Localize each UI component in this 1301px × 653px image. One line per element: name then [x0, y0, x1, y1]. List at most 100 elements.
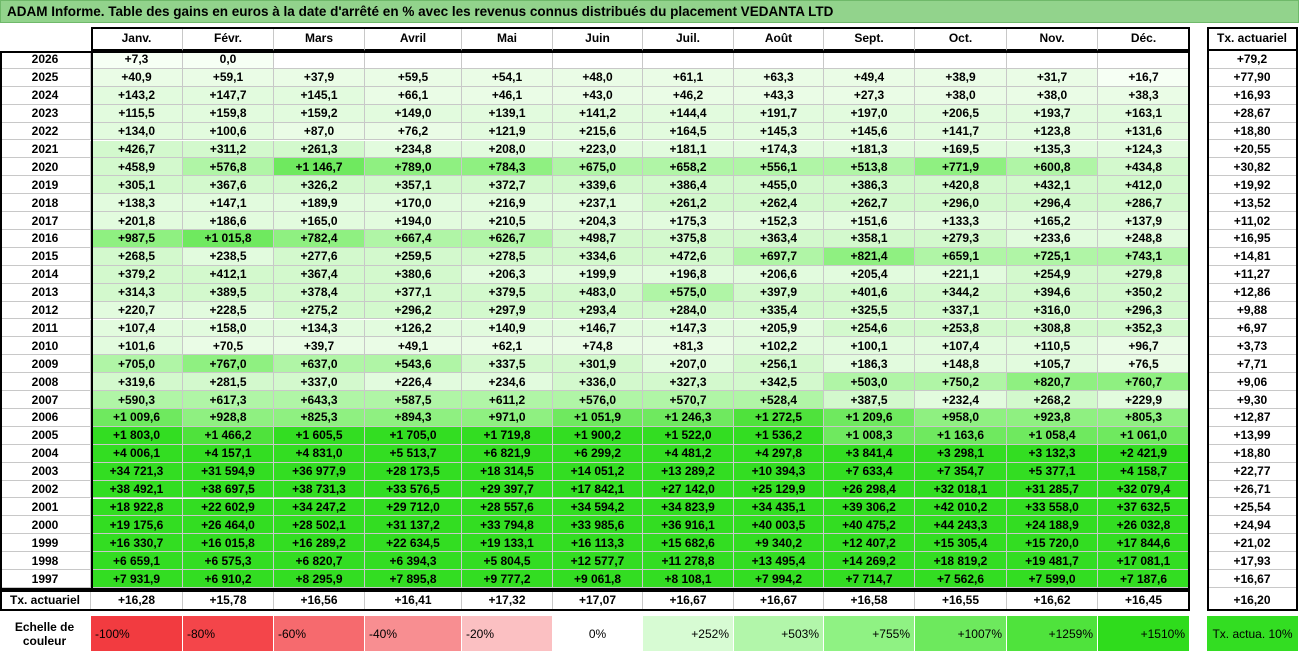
year-label: 2003: [0, 462, 91, 481]
table-cell: +825,3: [274, 409, 365, 427]
table-cell: +314,3: [91, 283, 183, 302]
table-cell: +5 804,5: [462, 552, 553, 571]
footer-cell: +16,45: [1098, 590, 1190, 611]
table-cell: +7 187,6: [1098, 570, 1190, 588]
table-cell: +337,0: [274, 373, 365, 392]
table-cell: +316,0: [1007, 301, 1098, 320]
table-cell: +9 777,2: [462, 570, 553, 588]
table-cell: +145,3: [734, 122, 824, 141]
year-label: 2000: [0, 516, 91, 535]
table-cell: +159,8: [183, 104, 274, 123]
table-cell: +38 697,5: [183, 480, 274, 499]
table-cell: +659,1: [915, 247, 1007, 266]
table-cell: +1 051,9: [553, 409, 643, 427]
table-cell: +201,8: [91, 212, 183, 230]
table-cell: +279,3: [915, 230, 1007, 248]
table-cell: +387,5: [824, 391, 915, 409]
table-cell: +1 008,3: [824, 426, 915, 445]
rate-cell: +16,95: [1207, 230, 1298, 248]
table-cell: +16,7: [1098, 68, 1190, 87]
table-cell: +181,1: [643, 140, 734, 159]
table-cell: +760,7: [1098, 373, 1190, 392]
table-cell: +16 015,8: [183, 534, 274, 553]
table-cell: +6 394,3: [365, 552, 462, 571]
table-cell: +221,1: [915, 265, 1007, 284]
rate-cell: +12,87: [1207, 409, 1298, 427]
column-header: Juin: [553, 27, 643, 51]
table-cell: +4 158,7: [1098, 462, 1190, 481]
table-cell: +342,5: [734, 373, 824, 392]
table-cell: 0,0: [183, 51, 274, 69]
table-cell: +135,3: [1007, 140, 1098, 159]
rate-cell: +79,2: [1207, 51, 1298, 69]
table-cell: +327,3: [643, 373, 734, 392]
rate-cell: +20,55: [1207, 140, 1298, 159]
footer-cell: +16,67: [643, 590, 734, 611]
table-cell: +2 421,9: [1098, 444, 1190, 463]
table-cell: +16 330,7: [91, 534, 183, 553]
scale-swatch: +252%: [643, 616, 733, 651]
table-cell: [274, 51, 365, 69]
table-cell: +367,6: [183, 176, 274, 195]
table-cell: +789,0: [365, 158, 462, 177]
footer-label: Tx. actuariel: [0, 590, 91, 611]
table-cell: +1 605,5: [274, 426, 365, 445]
table-cell: +352,3: [1098, 319, 1190, 338]
table-cell: +237,1: [553, 194, 643, 213]
footer-cell: +16,58: [824, 590, 915, 611]
table-cell: +43,3: [734, 86, 824, 105]
table-cell: +923,8: [1007, 409, 1098, 427]
table-cell: +18 819,2: [915, 552, 1007, 571]
table-cell: +208,0: [462, 140, 553, 159]
rate-cell: +12,86: [1207, 283, 1298, 302]
table-cell: +1 466,2: [183, 426, 274, 445]
table-cell: +100,6: [183, 122, 274, 141]
scale-label: Echelle de couleur: [14, 619, 75, 648]
table-cell: [553, 51, 643, 69]
table-cell: +81,3: [643, 337, 734, 356]
table-cell: +771,9: [915, 158, 1007, 177]
table-cell: +337,1: [915, 301, 1007, 320]
table-cell: +363,4: [734, 230, 824, 248]
table-cell: +301,9: [553, 355, 643, 374]
table-cell: +9 061,8: [553, 570, 643, 588]
table-cell: +378,4: [274, 283, 365, 302]
table-cell: +14 051,2: [553, 462, 643, 481]
table-cell: +232,4: [915, 391, 1007, 409]
table-cell: +26 298,4: [824, 480, 915, 499]
table-cell: +1 522,0: [643, 426, 734, 445]
year-label: 2001: [0, 498, 91, 517]
table-cell: +34 594,2: [553, 498, 643, 517]
table-cell: +543,6: [365, 355, 462, 374]
table-cell: +186,6: [183, 212, 274, 230]
table-cell: +6 299,2: [553, 444, 643, 463]
table-cell: +59,1: [183, 68, 274, 87]
table-cell: +389,5: [183, 283, 274, 302]
column-header: Déc.: [1098, 27, 1190, 51]
table-cell: +175,3: [643, 212, 734, 230]
table-cell: +31 137,2: [365, 516, 462, 535]
table-cell: +767,0: [183, 355, 274, 374]
table-cell: +337,5: [462, 355, 553, 374]
table-cell: +62,1: [462, 337, 553, 356]
table-cell: +1 009,6: [91, 409, 183, 427]
table-cell: +259,5: [365, 247, 462, 266]
table-cell: +164,5: [643, 122, 734, 141]
year-label: 2007: [0, 391, 91, 409]
table-cell: +34 247,2: [274, 498, 365, 517]
rate-cell: +18,80: [1207, 444, 1298, 463]
table-cell: +29 712,0: [365, 498, 462, 517]
table-cell: +46,2: [643, 86, 734, 105]
table-cell: +705,0: [91, 355, 183, 374]
table-cell: +7,3: [91, 51, 183, 69]
table-cell: +458,9: [91, 158, 183, 177]
table-cell: +305,1: [91, 176, 183, 195]
table-cell: +401,6: [824, 283, 915, 302]
table-cell: +750,2: [915, 373, 1007, 392]
table-cell: +43,0: [553, 86, 643, 105]
table-cell: +1 163,6: [915, 426, 1007, 445]
table-cell: +170,0: [365, 194, 462, 213]
scale-swatch: +755%: [824, 616, 914, 651]
table-cell: +12 577,7: [553, 552, 643, 571]
table-cell: +667,4: [365, 230, 462, 248]
